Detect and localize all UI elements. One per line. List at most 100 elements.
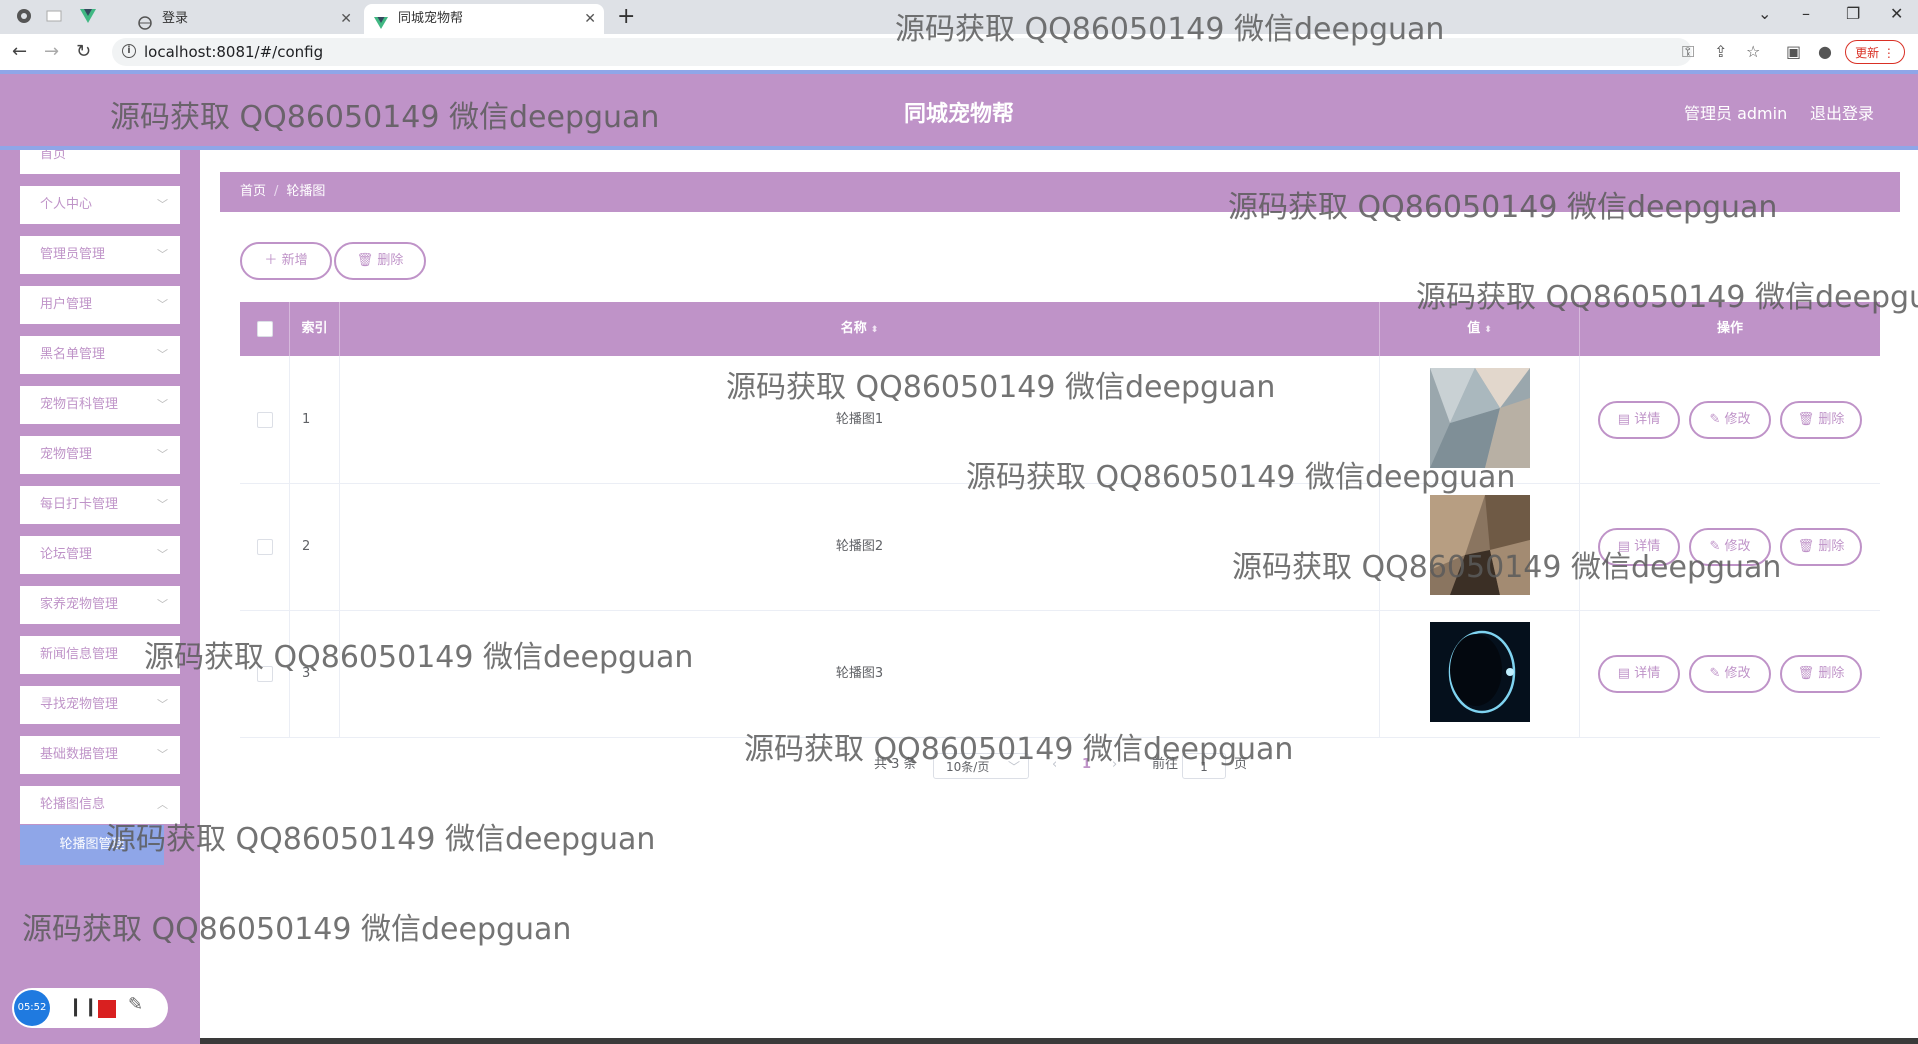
minimize-icon[interactable]: – <box>1802 4 1810 23</box>
sort-icon[interactable]: ⬍ <box>871 325 879 335</box>
sidebar-item-home-pets[interactable]: 家养宠物管理 ﹀ <box>20 586 180 624</box>
sidebar-item-pets[interactable]: 宠物管理 ﹀ <box>20 436 180 474</box>
sidebar-item-carousel[interactable]: 轮播图信息 ︿ <box>20 786 180 824</box>
chevron-down-icon: ﹀ <box>157 198 168 211</box>
submenu-item-carousel-manage[interactable]: 轮播图管理 <box>20 825 164 865</box>
sidebar-item-news[interactable]: 新闻信息管理 ﹀ <box>20 636 180 674</box>
sidebar-item-basic-data[interactable]: 基础数据管理 ﹀ <box>20 736 180 774</box>
row-checkbox[interactable] <box>240 356 290 483</box>
tab-label: 同城宠物帮 <box>398 11 464 26</box>
chevron-down-icon: ﹀ <box>157 598 168 611</box>
profile-icon[interactable]: ● <box>1818 42 1832 61</box>
delete-button[interactable]: 🗑 删除 <box>1780 528 1862 566</box>
back-icon[interactable]: ← <box>12 41 27 62</box>
goto-label: 前往 <box>1152 757 1179 772</box>
sidepanel-icon[interactable]: ▣ <box>1786 42 1801 61</box>
close-icon[interactable]: ✕ <box>584 4 596 34</box>
row-name: 轮播图3 <box>340 610 1380 737</box>
site-info-icon[interactable]: i <box>122 44 136 58</box>
chevron-up-icon: ︿ <box>157 798 168 811</box>
detail-button[interactable]: ▤ 详情 <box>1598 528 1680 566</box>
new-tab-icon[interactable]: + <box>617 4 635 30</box>
vue-tab-icon[interactable] <box>80 8 96 24</box>
column-actions: 操作 <box>1716 321 1743 336</box>
sidebar-item-personal[interactable]: 个人中心 ﹀ <box>20 186 180 224</box>
row-name: 轮播图1 <box>340 356 1380 483</box>
pagination: 共 3 条 10条/页 ﹀ ‹ 1 › 前往 1 页 <box>200 750 1918 780</box>
chevron-down-icon: ﹀ <box>1007 760 1020 774</box>
next-page-icon[interactable]: › <box>1112 750 1117 780</box>
prev-page-icon[interactable]: ‹ <box>1052 750 1057 780</box>
delete-button[interactable]: 🗑 删除 <box>1780 401 1862 439</box>
edit-button[interactable]: ✎ 修改 <box>1689 655 1771 693</box>
trash-icon: 🗑 <box>356 253 374 268</box>
carousel-thumbnail[interactable] <box>1430 495 1530 595</box>
star-icon[interactable]: ☆ <box>1746 42 1760 61</box>
document-icon: ▤ <box>1617 666 1631 681</box>
sidebar: 首页 个人中心 ﹀ 管理员管理 ﹀ 用户管理 ﹀ 黑名单管理 ﹀ 宠物百科管理 ﹀ 宠物管… <box>0 150 200 1044</box>
chevron-down-icon: ﹀ <box>157 248 168 261</box>
screen-recorder: 05:52 ❙❙ ✎ <box>12 988 168 1028</box>
tab-login[interactable]: 登录 ✕ <box>128 4 360 34</box>
chevron-down-icon: ﹀ <box>157 748 168 761</box>
breadcrumb-home[interactable]: 首页 <box>240 184 266 199</box>
sidebar-item-admins[interactable]: 管理员管理 ﹀ <box>20 236 180 274</box>
reload-icon[interactable]: ↻ <box>76 41 91 62</box>
page-size-select[interactable]: 10条/页 ﹀ <box>933 753 1029 779</box>
key-icon[interactable]: ⚿ <box>1682 42 1694 62</box>
sidebar-item-find-pets[interactable]: 寻找宠物管理 ﹀ <box>20 686 180 724</box>
goto-page-input[interactable]: 1 <box>1182 753 1226 779</box>
pencil-icon: ✎ <box>1709 412 1721 427</box>
pencil-icon: ✎ <box>1709 666 1721 681</box>
pen-icon[interactable]: ✎ <box>128 994 143 1015</box>
row-actions: ▤ 详情 ✎ 修改 🗑 删除 <box>1580 483 1880 610</box>
tab-search-icon[interactable]: ⌄ <box>1758 4 1771 23</box>
logout-link[interactable]: 退出登录 <box>1810 100 1874 124</box>
sidebar-item-users[interactable]: 用户管理 ﹀ <box>20 286 180 324</box>
pagination-total: 共 3 条 <box>874 757 917 772</box>
forward-icon[interactable]: → <box>44 41 59 62</box>
sidebar-item-pet-wiki[interactable]: 宠物百科管理 ﹀ <box>20 386 180 424</box>
window-close-icon[interactable]: ✕ <box>1890 4 1903 23</box>
sidebar-item-blacklist[interactable]: 黑名单管理 ﹀ <box>20 336 180 374</box>
recorder-timer: 05:52 <box>14 990 50 1026</box>
row-checkbox[interactable] <box>240 610 290 737</box>
row-image-cell <box>1380 483 1580 610</box>
share-icon[interactable]: ⇪ <box>1714 42 1727 61</box>
pinned-tab-blank-icon[interactable] <box>46 8 62 24</box>
address-bar: ← → ↻ i localhost:8081/#/config ⚿ ⇪ ☆ ▣ … <box>0 34 1918 71</box>
update-button[interactable]: 更新 ⋮ <box>1845 40 1905 64</box>
chevron-down-icon: ﹀ <box>157 648 168 661</box>
sort-icon[interactable]: ⬍ <box>1484 325 1492 335</box>
browser-tab-bar: 登录 ✕ 同城宠物帮 ✕ + ⌄ – ❐ ✕ <box>0 0 1918 34</box>
column-name[interactable]: 名称 ⬍ <box>340 302 1380 356</box>
trash-icon: 🗑 <box>1797 412 1815 427</box>
row-checkbox[interactable] <box>240 483 290 610</box>
table-header: 索引 名称 ⬍ 值 ⬍ 操作 <box>240 302 1880 356</box>
edit-button[interactable]: ✎ 修改 <box>1689 401 1771 439</box>
add-button[interactable]: ＋ 新增 <box>240 242 332 280</box>
sidebar-item-home[interactable]: 首页 <box>20 150 180 174</box>
batch-delete-button[interactable]: 🗑 删除 <box>334 242 426 280</box>
main-content: 首页/轮播图 ＋ 新增 🗑 删除 索引 名称⬍ 值⬍ 操作 1 轮播图1 <box>200 150 1918 1044</box>
url-text[interactable]: localhost:8081/#/config <box>144 38 323 66</box>
restore-icon[interactable]: ❐ <box>1846 4 1860 23</box>
column-value[interactable]: 值 ⬍ <box>1380 302 1580 356</box>
sidebar-item-forum[interactable]: 论坛管理 ﹀ <box>20 536 180 574</box>
detail-button[interactable]: ▤ 详情 <box>1598 401 1680 439</box>
tab-pet-app[interactable]: 同城宠物帮 ✕ <box>364 4 604 34</box>
edit-button[interactable]: ✎ 修改 <box>1689 528 1771 566</box>
page-number[interactable]: 1 <box>1082 750 1091 780</box>
detail-button[interactable]: ▤ 详情 <box>1598 655 1680 693</box>
close-icon[interactable]: ✕ <box>340 4 352 34</box>
select-all-checkbox[interactable] <box>240 302 290 356</box>
omnibox[interactable]: i localhost:8081/#/config <box>112 38 1692 66</box>
delete-button[interactable]: 🗑 删除 <box>1780 655 1862 693</box>
pinned-tab-icon[interactable] <box>16 8 32 24</box>
stop-icon[interactable] <box>98 1000 116 1018</box>
carousel-thumbnail[interactable] <box>1430 368 1530 468</box>
sidebar-item-checkin[interactable]: 每日打卡管理 ﹀ <box>20 486 180 524</box>
breadcrumb: 首页 / 轮播图 <box>220 172 1900 212</box>
pause-icon[interactable]: ❙❙ <box>68 996 98 1017</box>
carousel-thumbnail[interactable] <box>1430 622 1530 722</box>
